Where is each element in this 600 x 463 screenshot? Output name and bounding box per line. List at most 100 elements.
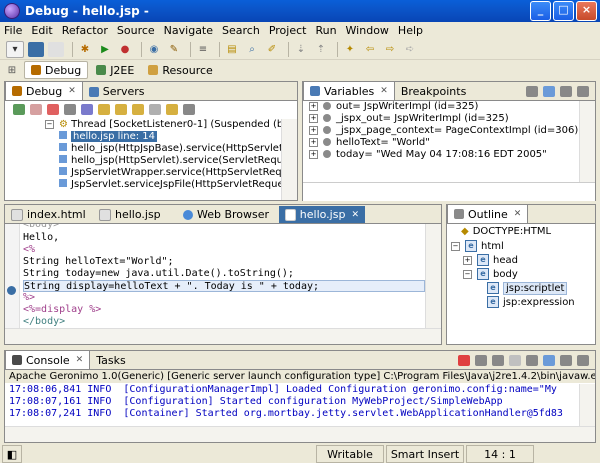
console-vscroll[interactable] xyxy=(579,384,595,427)
close-icon[interactable]: ✕ xyxy=(68,86,76,96)
expand-icon[interactable]: + xyxy=(463,255,472,265)
editor-hscroll[interactable] xyxy=(5,328,441,344)
terminate-icon[interactable] xyxy=(458,355,470,366)
tab-debug[interactable]: Debug ✕ xyxy=(5,81,83,100)
variables-scrollbar[interactable] xyxy=(579,101,595,182)
maximize-button[interactable]: □ xyxy=(553,1,574,21)
view-menu-icon[interactable] xyxy=(577,86,589,97)
menu-run[interactable]: Run xyxy=(315,24,336,37)
remove-terminated-icon[interactable] xyxy=(81,103,93,115)
close-icon[interactable]: ✕ xyxy=(351,210,359,220)
step-filter-icon[interactable] xyxy=(166,103,178,115)
open-perspective-icon[interactable]: ⊞ xyxy=(4,63,20,78)
perspective-resource[interactable]: Resource xyxy=(142,62,218,78)
menu-file[interactable]: File xyxy=(4,24,22,37)
step-into-icon[interactable] xyxy=(98,103,110,115)
expand-icon[interactable]: + xyxy=(309,113,318,123)
tab-hello-jsp[interactable]: hello.jsp xyxy=(93,206,177,223)
pin-console-icon[interactable] xyxy=(543,355,555,366)
menu-search[interactable]: Search xyxy=(222,24,260,37)
tab-index-html[interactable]: index.html xyxy=(5,206,93,223)
breakpoint-icon[interactable] xyxy=(7,286,16,295)
outline-item[interactable]: e jsp:expression xyxy=(451,296,595,310)
collapse-icon[interactable]: − xyxy=(45,119,54,129)
close-icon[interactable]: ✕ xyxy=(76,355,84,365)
expand-icon[interactable]: + xyxy=(309,125,318,135)
view-menu-icon[interactable] xyxy=(183,103,195,115)
scroll-lock-icon[interactable] xyxy=(526,355,538,366)
variable-row[interactable]: + out= JspWriterImpl (id=325) xyxy=(309,101,595,113)
debug-icon[interactable]: ✱ xyxy=(77,42,93,57)
variable-row[interactable]: + helloText= "World" xyxy=(309,137,595,149)
display-console-icon[interactable] xyxy=(560,355,572,366)
stack-frame[interactable]: JspServlet.serviceJspFile(HttpServletReq… xyxy=(45,179,297,191)
resume-icon[interactable] xyxy=(13,103,25,115)
stack-frame[interactable]: hello.jsp line: 14 xyxy=(45,131,297,143)
expand-icon[interactable]: + xyxy=(309,101,318,111)
open-file-icon[interactable]: ▤ xyxy=(224,42,240,57)
step-return-icon[interactable] xyxy=(132,103,144,115)
menu-help[interactable]: Help xyxy=(398,24,423,37)
code-editor[interactable]: <body> Hello, <% String helloText="World… xyxy=(23,224,425,329)
prev-annotation-icon[interactable]: ⇡ xyxy=(313,42,329,57)
menu-navigate[interactable]: Navigate xyxy=(164,24,213,37)
open-console-icon[interactable] xyxy=(577,355,589,366)
stack-frame[interactable]: JspServletWrapper.service(HttpServletReq… xyxy=(45,167,297,179)
new-icon[interactable]: ▾ xyxy=(6,40,24,58)
perspective-j2ee[interactable]: J2EE xyxy=(90,62,140,78)
console-hscroll[interactable] xyxy=(5,426,595,442)
external-tools-icon[interactable]: ● xyxy=(117,42,133,57)
toggle-icon[interactable]: ≡ xyxy=(195,42,211,57)
outline-item[interactable]: + e head xyxy=(451,254,595,268)
variable-row[interactable]: + _jspx_page_context= PageContextImpl (id… xyxy=(309,125,595,137)
forward-icon[interactable]: ⇨ xyxy=(382,42,398,57)
variable-detail-pane[interactable] xyxy=(303,182,595,201)
debug-scrollbar[interactable] xyxy=(281,119,297,200)
terminate-icon[interactable] xyxy=(47,103,59,115)
outline-item[interactable]: − e html xyxy=(451,240,595,254)
back-icon[interactable]: ⇦ xyxy=(362,42,378,57)
search-icon[interactable]: ⌕ xyxy=(244,42,260,57)
menu-edit[interactable]: Edit xyxy=(31,24,52,37)
last-edit-icon[interactable]: ✦ xyxy=(342,42,358,57)
tab-outline[interactable]: Outline ✕ xyxy=(447,204,529,223)
close-icon[interactable]: ✕ xyxy=(380,86,388,96)
thread-node[interactable]: − ⚙ Thread [SocketListener0-1] (Suspended… xyxy=(45,119,297,131)
outline-item[interactable]: ◆ DOCTYPE:HTML xyxy=(451,226,595,240)
tab-web-browser[interactable]: Web Browser xyxy=(177,206,279,223)
fastview-icon[interactable]: ◧ xyxy=(2,445,22,463)
perspective-debug[interactable]: Debug xyxy=(24,61,89,79)
run-icon[interactable]: ▶ xyxy=(97,42,113,57)
expand-icon[interactable]: + xyxy=(309,137,318,147)
minimize-button[interactable]: _ xyxy=(530,1,551,21)
tab-tasks[interactable]: Tasks xyxy=(90,352,131,369)
tab-hello-jsp-active[interactable]: hello.jsp ✕ xyxy=(279,206,365,223)
variable-row[interactable]: + _jspx_out= JspWriterImpl (id=325) xyxy=(309,113,595,125)
show-type-names-icon[interactable] xyxy=(526,86,538,97)
expand-icon[interactable]: + xyxy=(309,149,318,159)
new-wizard-icon[interactable]: ◉ xyxy=(146,42,162,57)
menu-window[interactable]: Window xyxy=(346,24,389,37)
show-logical-icon[interactable] xyxy=(543,86,555,97)
disconnect-icon[interactable] xyxy=(64,103,76,115)
collapse-icon[interactable]: − xyxy=(463,269,472,279)
clear-console-icon[interactable] xyxy=(509,355,521,366)
tab-servers[interactable]: Servers xyxy=(83,83,151,100)
menu-project[interactable]: Project xyxy=(269,24,307,37)
collapse-all-icon[interactable] xyxy=(560,86,572,97)
stack-frame[interactable]: hello_jsp(HttpJspBase).service(HttpServl… xyxy=(45,143,297,155)
remove-all-icon[interactable] xyxy=(492,355,504,366)
suspend-icon[interactable] xyxy=(30,103,42,115)
collapse-icon[interactable]: − xyxy=(451,241,460,251)
remove-launch-icon[interactable] xyxy=(475,355,487,366)
tab-variables[interactable]: Variables ✕ xyxy=(303,81,395,100)
stack-frame[interactable]: hello_jsp(HttpServlet).service(ServletRe… xyxy=(45,155,297,167)
variable-row[interactable]: + today= "Wed May 04 17:08:16 EDT 2005" xyxy=(309,149,595,161)
menu-source[interactable]: Source xyxy=(117,24,155,37)
outline-item[interactable]: − e body xyxy=(451,268,595,282)
console-output[interactable]: 17:08:06,841 INFO [ConfigurationManagerI… xyxy=(5,384,579,427)
close-icon[interactable]: ✕ xyxy=(514,209,522,219)
editor-vscroll[interactable] xyxy=(425,224,441,329)
menu-refactor[interactable]: Refactor xyxy=(62,24,108,37)
tab-console[interactable]: Console ✕ xyxy=(5,350,91,369)
